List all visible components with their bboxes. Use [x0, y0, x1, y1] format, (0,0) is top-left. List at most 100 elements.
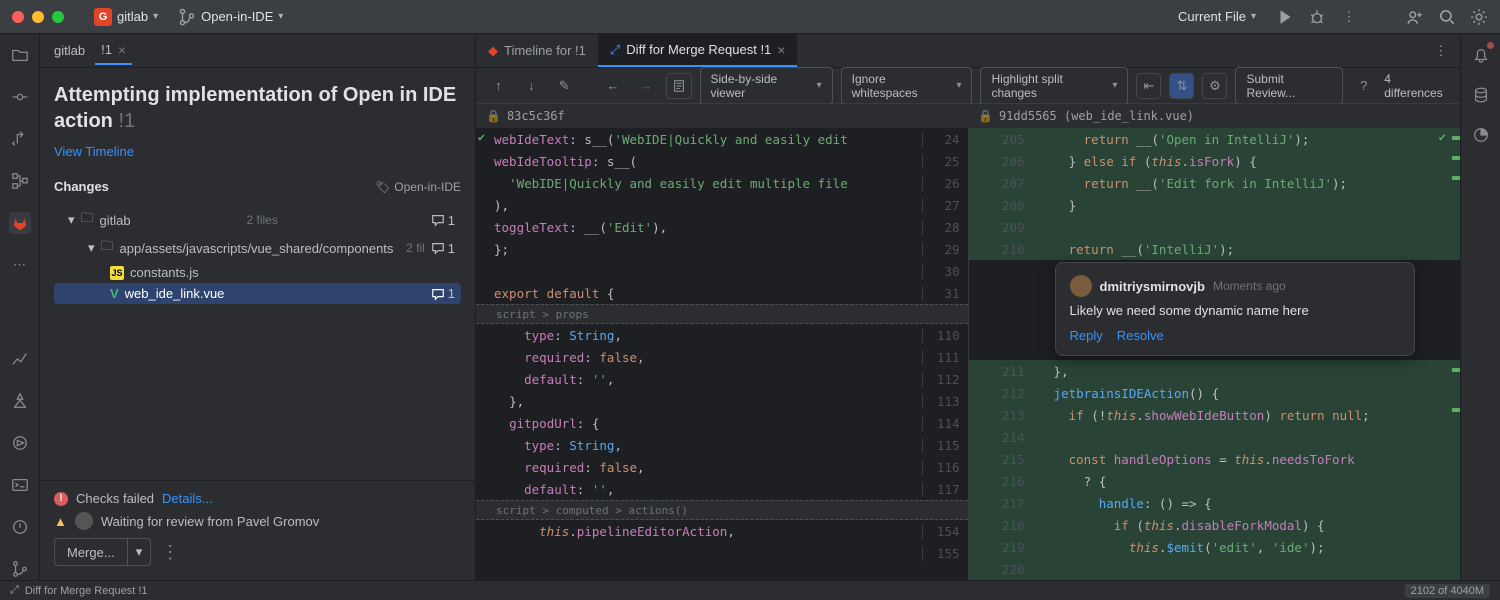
highlight-select[interactable]: Highlight split changes▾: [980, 67, 1128, 105]
commit-tool-icon[interactable]: [9, 86, 31, 108]
memory-indicator[interactable]: 2102 of 4040M: [1405, 584, 1490, 598]
branch-tag[interactable]: 🏷 Open-in-IDE: [375, 180, 461, 194]
help-icon[interactable]: ?: [1351, 73, 1376, 99]
project-selector[interactable]: G gitlab ▾: [88, 5, 164, 29]
search-icon[interactable]: [1438, 8, 1456, 26]
comment-timestamp: Moments ago: [1213, 279, 1286, 293]
submit-label: Submit Review...: [1246, 72, 1332, 100]
code-fold[interactable]: script > props: [476, 304, 968, 324]
right-revision-header: 🔒 91dd5565 (web_ide_link.vue): [968, 104, 1460, 128]
commenter-name[interactable]: dmitriysmirnovjb: [1100, 279, 1205, 294]
gitlab-icon: ◆: [488, 43, 498, 59]
chevron-down-icon[interactable]: ▾: [127, 539, 151, 565]
left-revision-label: 83c5c36f: [507, 109, 565, 123]
branch-selector[interactable]: Open-in-IDE ▾: [172, 5, 289, 29]
tree-root-label: gitlab: [100, 213, 241, 228]
status-bar: ⤢ Diff for Merge Request !1 2102 of 4040…: [0, 580, 1500, 600]
view-timeline-link[interactable]: View Timeline: [54, 144, 461, 159]
tree-file-constants[interactable]: JS constants.js: [54, 262, 461, 283]
tab-options-icon[interactable]: ⋮: [1432, 42, 1450, 60]
details-link[interactable]: Details...: [162, 491, 213, 506]
gitlab-icon: G: [94, 8, 112, 26]
window-controls: [12, 11, 64, 23]
collapse-icon[interactable]: ⇤: [1136, 73, 1161, 99]
tag-icon: 🏷: [375, 180, 390, 194]
problems-tool-icon[interactable]: [9, 516, 31, 538]
folder-icon: 🗀: [81, 209, 94, 231]
tree-folder-meta: 2 fil: [406, 241, 425, 255]
diff-settings-icon[interactable]: ⚙: [1202, 73, 1227, 99]
file-icon[interactable]: [666, 73, 691, 99]
vcs-tool-icon[interactable]: [9, 558, 31, 580]
review-comment-popup: dmitriysmirnovjb Moments ago Likely we n…: [1055, 262, 1415, 356]
tree-file-web-ide-link[interactable]: V web_ide_link.vue 1: [54, 283, 461, 304]
prev-diff-icon[interactable]: ↑: [486, 73, 511, 99]
viewer-mode-select[interactable]: Side-by-side viewer▾: [700, 67, 833, 105]
terminal-tool-icon[interactable]: [9, 474, 31, 496]
settings-icon[interactable]: [1470, 8, 1488, 26]
minimize-window-icon[interactable]: [32, 11, 44, 23]
status-diff-icon: ⤢: [10, 584, 19, 597]
stats-tool-icon[interactable]: [9, 348, 31, 370]
run-config-selector[interactable]: Current File ▾: [1172, 6, 1262, 27]
comment-count[interactable]: 1: [431, 286, 455, 301]
database-tool-icon[interactable]: [1470, 84, 1492, 106]
comment-count[interactable]: 1: [431, 213, 455, 228]
crumb-mr-id: !1: [101, 42, 112, 57]
services-tool-icon[interactable]: [9, 432, 31, 454]
run-icon[interactable]: [1276, 8, 1294, 26]
more-actions-icon[interactable]: ⋮: [161, 542, 179, 563]
tree-folder-label: app/assets/javascripts/vue_shared/compon…: [120, 241, 401, 256]
tree-root[interactable]: ▾ 🗀 gitlab 2 files 1: [54, 206, 461, 234]
vue-file-icon: V: [110, 286, 119, 301]
comment-count[interactable]: 1: [431, 241, 455, 256]
whitespace-label: Ignore whitespaces: [852, 72, 951, 100]
crumb-project[interactable]: gitlab: [54, 43, 85, 58]
whitespace-select[interactable]: Ignore whitespaces▾: [841, 67, 973, 105]
chevron-down-icon: ▾: [278, 11, 283, 22]
code-fold[interactable]: script > computed > actions(): [476, 500, 968, 520]
tree-folder[interactable]: ▾ 🗀 app/assets/javascripts/vue_shared/co…: [54, 234, 461, 262]
pull-requests-tool-icon[interactable]: [9, 128, 31, 150]
close-icon[interactable]: ×: [777, 42, 785, 58]
build-tool-icon[interactable]: [9, 390, 31, 412]
debug-icon[interactable]: [1308, 8, 1326, 26]
structure-tool-icon[interactable]: [9, 170, 31, 192]
tab-diff[interactable]: ⤢ Diff for Merge Request !1 ×: [598, 34, 798, 67]
lock-icon: 🔒: [978, 109, 993, 123]
forward-icon[interactable]: →: [634, 73, 659, 99]
code-with-me-icon[interactable]: [1406, 8, 1424, 26]
viewer-label: Side-by-side viewer: [711, 72, 811, 100]
error-icon: !: [54, 492, 68, 506]
diff-right-pane[interactable]: ✔ 205 return __('Open in IntelliJ'); 206…: [969, 128, 1461, 580]
lock-icon: 🔒: [486, 109, 501, 123]
maximize-window-icon[interactable]: [52, 11, 64, 23]
submit-review-button[interactable]: Submit Review...: [1235, 67, 1343, 105]
diff-overview-ruler[interactable]: [1450, 128, 1460, 580]
tab-timeline[interactable]: ◆ Timeline for !1: [476, 34, 598, 67]
more-tools-icon[interactable]: ⋯: [9, 254, 31, 276]
close-icon[interactable]: ×: [118, 42, 126, 58]
sync-scroll-icon[interactable]: ⇅: [1169, 73, 1194, 99]
edit-icon[interactable]: ✎: [552, 73, 577, 99]
reply-link[interactable]: Reply: [1070, 328, 1103, 343]
resolve-link[interactable]: Resolve: [1117, 328, 1164, 343]
warning-icon: ▲: [54, 514, 67, 529]
coverage-tool-icon[interactable]: [1470, 124, 1492, 146]
more-icon[interactable]: ⋮: [1340, 8, 1358, 26]
status-left-label[interactable]: Diff for Merge Request !1: [25, 585, 148, 597]
close-window-icon[interactable]: [12, 11, 24, 23]
crumb-mr-tab[interactable]: !1 ×: [95, 37, 132, 65]
gitlab-tool-icon[interactable]: [9, 212, 31, 234]
merge-button[interactable]: Merge... ▾: [54, 538, 151, 566]
notifications-icon[interactable]: [1470, 44, 1492, 66]
changes-heading: Changes: [54, 179, 109, 194]
diff-left-pane[interactable]: ✔ webIdeText: s__('WebIDE|Quickly and ea…: [476, 128, 969, 580]
diff-panes[interactable]: ✔ webIdeText: s__('WebIDE|Quickly and ea…: [476, 128, 1460, 580]
project-tool-icon[interactable]: [9, 44, 31, 66]
back-icon[interactable]: ←: [601, 73, 626, 99]
next-diff-icon[interactable]: ↓: [519, 73, 544, 99]
diff-file-headers: 🔒 83c5c36f 🔒 91dd5565 (web_ide_link.vue): [476, 104, 1460, 128]
branch-name: Open-in-IDE: [201, 9, 273, 24]
waiting-review-label: Waiting for review from Pavel Gromov: [101, 514, 319, 529]
